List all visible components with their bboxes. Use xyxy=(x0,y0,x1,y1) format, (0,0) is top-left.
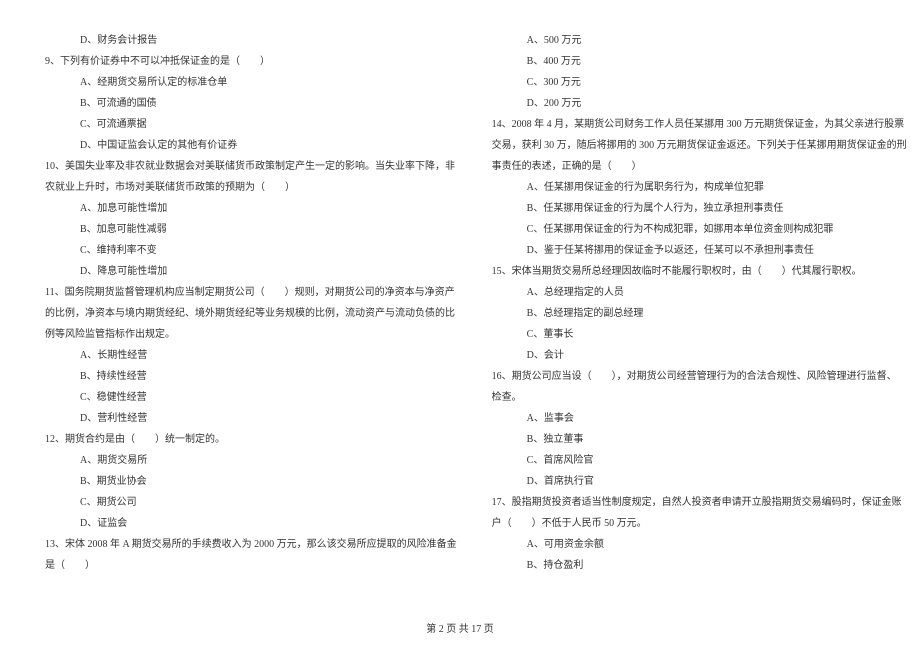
option-text: C、可流通票据 xyxy=(45,114,457,135)
option-text: D、首席执行官 xyxy=(492,471,907,492)
option-text: C、任某挪用保证金的行为不构成犯罪，如挪用本单位资金则构成犯罪 xyxy=(492,219,907,240)
question-text: 12、期货合约是由（ ）统一制定的。 xyxy=(45,429,457,450)
option-text: A、500 万元 xyxy=(492,30,907,51)
question-text: 是（ ） xyxy=(45,555,457,576)
option-text: C、董事长 xyxy=(492,324,907,345)
option-text: A、可用资金余额 xyxy=(492,534,907,555)
question-text: 交易，获利 30 万，随后将挪用的 300 万元期货保证金返还。下列关于任某挪用… xyxy=(492,135,907,156)
question-text: 13、宋体 2008 年 A 期货交易所的手续费收入为 2000 万元，那么该交… xyxy=(45,534,457,555)
option-text: C、维持利率不变 xyxy=(45,240,457,261)
question-text: 检查。 xyxy=(492,387,907,408)
question-text: 10、美国失业率及非农就业数据会对美联储货币政策制定产生一定的影响。当失业率下降… xyxy=(45,156,457,177)
option-text: A、经期货交易所认定的标准仓单 xyxy=(45,72,457,93)
question-text: 14、2008 年 4 月，某期货公司财务工作人员任某挪用 300 万元期货保证… xyxy=(492,114,907,135)
option-text: B、持续性经营 xyxy=(45,366,457,387)
option-text: B、加息可能性减弱 xyxy=(45,219,457,240)
option-text: B、可流通的国债 xyxy=(45,93,457,114)
option-text: A、长期性经营 xyxy=(45,345,457,366)
option-text: D、鉴于任某将挪用的保证金予以返还，任某可以不承担刑事责任 xyxy=(492,240,907,261)
page-container: D、财务会计报告 9、下列有价证券中不可以冲抵保证金的是（ ） A、经期货交易所… xyxy=(45,30,875,610)
question-text: 户（ ）不低于人民币 50 万元。 xyxy=(492,513,907,534)
option-text: D、降息可能性增加 xyxy=(45,261,457,282)
question-text: 15、宋体当期货交易所总经理因故临时不能履行职权时，由（ ）代其履行职权。 xyxy=(492,261,907,282)
question-text: 的比例，净资本与境内期货经纪、境外期货经纪等业务规模的比例，流动资产与流动负债的… xyxy=(45,303,457,324)
option-text: B、总经理指定的副总经理 xyxy=(492,303,907,324)
option-text: D、200 万元 xyxy=(492,93,907,114)
page-footer: 第 2 页 共 17 页 xyxy=(0,620,920,635)
option-text: D、中国证监会认定的其他有价证券 xyxy=(45,135,457,156)
option-text: C、首席风险官 xyxy=(492,450,907,471)
question-text: 16、期货公司应当设（ ），对期货公司经营管理行为的合法合规性、风险管理进行监督… xyxy=(492,366,907,387)
question-text: 11、国务院期货监督管理机构应当制定期货公司（ ）规则，对期货公司的净资本与净资… xyxy=(45,282,457,303)
option-text: A、总经理指定的人员 xyxy=(492,282,907,303)
option-text: A、期货交易所 xyxy=(45,450,457,471)
option-text: C、300 万元 xyxy=(492,72,907,93)
right-column: A、500 万元 B、400 万元 C、300 万元 D、200 万元 14、2… xyxy=(492,30,907,610)
option-text: D、会计 xyxy=(492,345,907,366)
question-text: 例等风险监管指标作出规定。 xyxy=(45,324,457,345)
option-text: B、任某挪用保证金的行为属个人行为，独立承担刑事责任 xyxy=(492,198,907,219)
option-text: D、营利性经营 xyxy=(45,408,457,429)
option-text: B、400 万元 xyxy=(492,51,907,72)
question-text: 农就业上升时，市场对美联储货币政策的预期为（ ） xyxy=(45,177,457,198)
option-text: A、任某挪用保证金的行为属职务行为，构成单位犯罪 xyxy=(492,177,907,198)
question-text: 17、股指期货投资者适当性制度规定，自然人投资者申请开立股指期货交易编码时，保证… xyxy=(492,492,907,513)
option-text: B、独立董事 xyxy=(492,429,907,450)
option-text: B、持仓盈利 xyxy=(492,555,907,576)
option-text: D、证监会 xyxy=(45,513,457,534)
left-column: D、财务会计报告 9、下列有价证券中不可以冲抵保证金的是（ ） A、经期货交易所… xyxy=(45,30,457,610)
option-text: B、期货业协会 xyxy=(45,471,457,492)
option-text: A、加息可能性增加 xyxy=(45,198,457,219)
question-text: 9、下列有价证券中不可以冲抵保证金的是（ ） xyxy=(45,51,457,72)
option-text: D、财务会计报告 xyxy=(45,30,457,51)
option-text: C、期货公司 xyxy=(45,492,457,513)
question-text: 事责任的表述，正确的是（ ） xyxy=(492,156,907,177)
option-text: A、监事会 xyxy=(492,408,907,429)
option-text: C、稳健性经营 xyxy=(45,387,457,408)
